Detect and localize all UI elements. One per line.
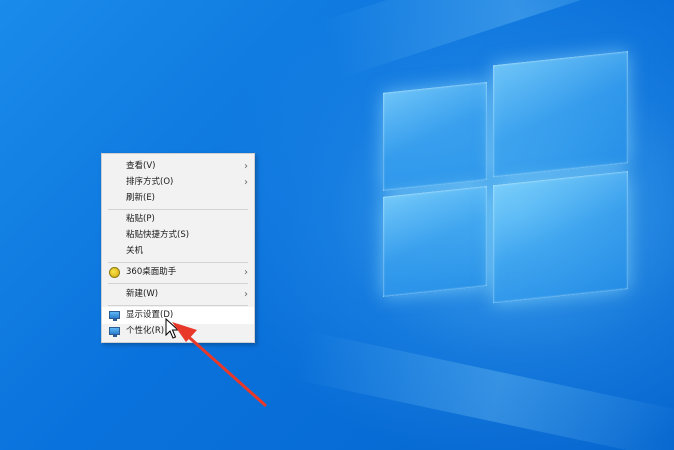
windows-logo <box>383 45 628 321</box>
windows-logo-pane <box>383 81 487 191</box>
windows-logo-pane <box>383 185 487 297</box>
menu-item-360-desktop-assistant[interactable]: 360桌面助手 › <box>102 264 254 281</box>
menu-item-view[interactable]: 查看(V) › <box>102 158 254 175</box>
menu-item-paste-shortcut[interactable]: 粘贴快捷方式(S) <box>102 227 254 244</box>
360-icon <box>109 267 120 278</box>
menu-item-sort-by[interactable]: 排序方式(O) › <box>102 174 254 191</box>
desktop-context-menu: 查看(V) › 排序方式(O) › 刷新(E) 粘贴(P) 粘贴快捷方式(S) … <box>101 153 255 343</box>
menu-separator <box>108 262 248 263</box>
menu-separator <box>108 283 248 284</box>
chevron-right-icon: › <box>244 289 248 300</box>
chevron-right-icon: › <box>244 177 248 188</box>
menu-separator <box>108 305 248 306</box>
menu-item-shutdown[interactable]: 关机 <box>102 243 254 260</box>
menu-item-paste[interactable]: 粘贴(P) <box>102 211 254 228</box>
mouse-cursor-icon <box>165 318 179 339</box>
windows-logo-pane <box>493 51 628 178</box>
personalize-icon <box>109 327 120 337</box>
display-settings-icon <box>109 311 120 321</box>
chevron-right-icon: › <box>244 161 248 172</box>
light-beam <box>294 330 674 450</box>
chevron-right-icon: › <box>244 267 248 278</box>
menu-item-refresh[interactable]: 刷新(E) <box>102 190 254 207</box>
menu-separator <box>108 209 248 210</box>
menu-item-new[interactable]: 新建(W) › <box>102 286 254 303</box>
windows-logo-pane <box>493 171 628 304</box>
